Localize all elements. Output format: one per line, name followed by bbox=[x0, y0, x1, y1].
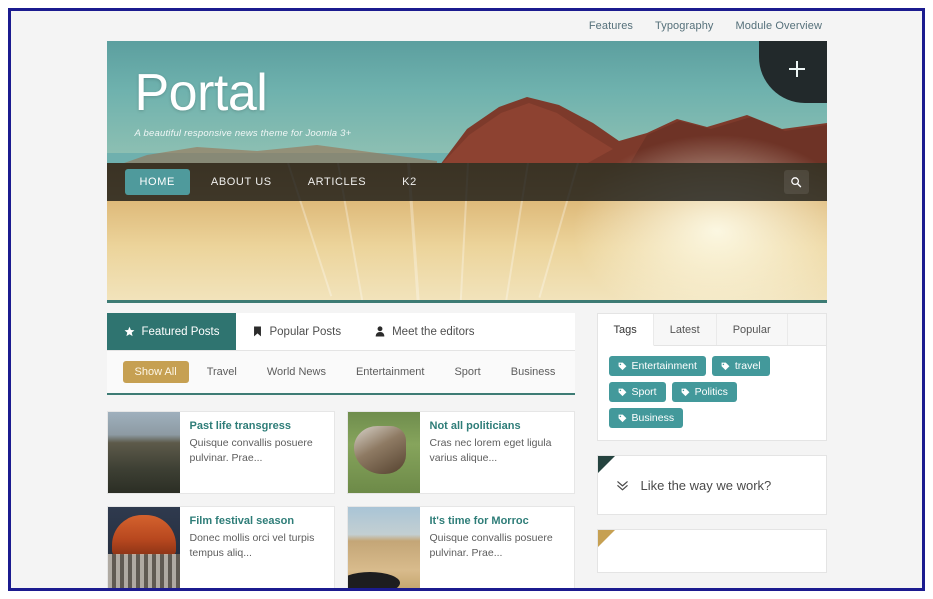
tag-label: travel bbox=[734, 360, 761, 372]
tag-icon bbox=[618, 388, 626, 396]
article-title[interactable]: Past life transgress bbox=[190, 420, 325, 433]
double-chevron-down-icon bbox=[616, 480, 628, 490]
collapse-module-title: Like the way we work? bbox=[640, 477, 772, 493]
top-utility-nav: Features Typography Module Overview bbox=[11, 11, 922, 41]
filter-show-all[interactable]: Show All bbox=[122, 361, 189, 383]
topnav-link-features[interactable]: Features bbox=[589, 20, 633, 32]
tab-label: Featured Posts bbox=[141, 325, 220, 338]
topnav-link-typography[interactable]: Typography bbox=[655, 20, 713, 32]
tag-sport[interactable]: Sport bbox=[608, 382, 666, 402]
partial-module[interactable] bbox=[596, 529, 827, 573]
hero-header: Portal A beautiful responsive news theme… bbox=[106, 41, 827, 303]
article-excerpt: Donec mollis orci vel turpis tempus aliq… bbox=[189, 532, 315, 559]
content-wrapper: Portal A beautiful responsive news theme… bbox=[106, 41, 827, 588]
article-card[interactable]: Not all politicians Cras nec lorem eget … bbox=[346, 411, 575, 494]
article-title[interactable]: Film festival season bbox=[190, 515, 325, 528]
page-root: Features Typography Module Overview Port… bbox=[11, 11, 922, 588]
corner-ribbon-gold bbox=[597, 530, 615, 547]
filter-entertainment[interactable]: Entertainment bbox=[344, 361, 436, 383]
tab-featured-posts[interactable]: Featured Posts bbox=[106, 313, 237, 350]
star-icon bbox=[124, 326, 135, 337]
article-card-body: It's time for Morroc Quisque convallis p… bbox=[420, 507, 574, 588]
tag-label: Entertainment bbox=[631, 360, 697, 372]
content-tabs: Featured Posts Popular Posts Meet the ed… bbox=[106, 313, 575, 351]
filter-travel[interactable]: Travel bbox=[195, 361, 249, 383]
tab-meet-the-editors[interactable]: Meet the editors bbox=[358, 313, 491, 350]
donkey-photo bbox=[347, 412, 420, 493]
tag-entertainment[interactable]: Entertainment bbox=[608, 356, 706, 376]
article-excerpt: Quisque convallis posuere pulvinar. Prae… bbox=[189, 437, 313, 464]
corner-ribbon-dark bbox=[597, 456, 615, 473]
search-button[interactable] bbox=[783, 170, 809, 194]
article-card-body: Film festival season Donec mollis orci v… bbox=[180, 507, 334, 588]
category-filters: Show All Travel World News Entertainment… bbox=[106, 351, 575, 395]
site-tagline: A beautiful responsive news theme for Jo… bbox=[134, 128, 352, 139]
article-card[interactable]: It's time for Morroc Quisque convallis p… bbox=[346, 506, 575, 588]
article-card-body: Past life transgress Quisque convallis p… bbox=[180, 412, 334, 493]
tag-politics[interactable]: Politics bbox=[671, 382, 737, 402]
article-excerpt: Cras nec lorem eget ligula varius alique… bbox=[429, 437, 552, 464]
festival-stage-photo bbox=[107, 507, 180, 588]
filter-business[interactable]: Business bbox=[499, 361, 568, 383]
tag-label: Sport bbox=[631, 386, 657, 398]
article-card[interactable]: Film festival season Donec mollis orci v… bbox=[106, 506, 335, 588]
tab-label: Popular Posts bbox=[269, 325, 342, 338]
browser-frame: Features Typography Module Overview Port… bbox=[8, 8, 925, 591]
sidebar-tab-tags[interactable]: Tags bbox=[597, 314, 654, 346]
article-excerpt: Quisque convallis posuere pulvinar. Prae… bbox=[429, 532, 553, 559]
article-card-body: Not all politicians Cras nec lorem eget … bbox=[420, 412, 574, 493]
sidebar: Tags Latest Popular Entertainment travel… bbox=[596, 313, 827, 588]
menu-item-k2[interactable]: K2 bbox=[387, 169, 432, 195]
tab-popular-posts[interactable]: Popular Posts bbox=[236, 313, 358, 350]
tag-cloud: Entertainment travel Sport Politics Busi… bbox=[598, 346, 826, 440]
filter-world-news[interactable]: World News bbox=[255, 361, 338, 383]
site-branding: Portal A beautiful responsive news theme… bbox=[135, 67, 352, 139]
article-title[interactable]: Not all politicians bbox=[430, 420, 565, 433]
tag-label: Politics bbox=[694, 386, 728, 398]
tag-business[interactable]: Business bbox=[608, 408, 684, 428]
menu-item-about-us[interactable]: ABOUT US bbox=[196, 169, 287, 195]
menu-item-articles[interactable]: ARTICLES bbox=[293, 169, 381, 195]
tags-module: Tags Latest Popular Entertainment travel… bbox=[596, 313, 827, 441]
desert-road-photo bbox=[347, 507, 420, 588]
sidebar-tabs: Tags Latest Popular bbox=[597, 314, 826, 346]
search-icon bbox=[791, 177, 802, 188]
article-grid: Past life transgress Quisque convallis p… bbox=[106, 395, 575, 588]
person-icon bbox=[375, 326, 385, 337]
collapse-module[interactable]: Like the way we work? bbox=[596, 455, 827, 515]
menu-item-home[interactable]: HOME bbox=[124, 169, 190, 195]
sidebar-tab-latest[interactable]: Latest bbox=[654, 314, 717, 345]
article-title[interactable]: It's time for Morroc bbox=[430, 515, 565, 528]
tag-icon bbox=[618, 362, 626, 370]
topnav-link-module-overview[interactable]: Module Overview bbox=[736, 20, 822, 32]
main-column: Featured Posts Popular Posts Meet the ed… bbox=[106, 313, 575, 588]
tag-icon bbox=[721, 362, 730, 370]
tag-travel[interactable]: travel bbox=[711, 356, 770, 376]
site-logo[interactable]: Portal bbox=[135, 67, 352, 119]
content-columns: Featured Posts Popular Posts Meet the ed… bbox=[106, 303, 827, 588]
main-menu: HOME ABOUT US ARTICLES K2 bbox=[106, 163, 827, 201]
tab-label: Meet the editors bbox=[392, 325, 475, 338]
plus-icon[interactable] bbox=[788, 61, 805, 77]
tag-label: Business bbox=[631, 412, 675, 424]
hero-sun-glow bbox=[566, 131, 827, 300]
tag-icon bbox=[618, 414, 626, 422]
sidebar-tab-popular[interactable]: Popular bbox=[717, 314, 788, 345]
bookmark-icon bbox=[253, 326, 262, 337]
filter-sport[interactable]: Sport bbox=[442, 361, 492, 383]
collapse-module-header[interactable]: Like the way we work? bbox=[598, 456, 826, 514]
cliff-monastery-photo bbox=[107, 412, 180, 493]
article-card[interactable]: Past life transgress Quisque convallis p… bbox=[106, 411, 335, 494]
tag-icon bbox=[681, 388, 690, 396]
